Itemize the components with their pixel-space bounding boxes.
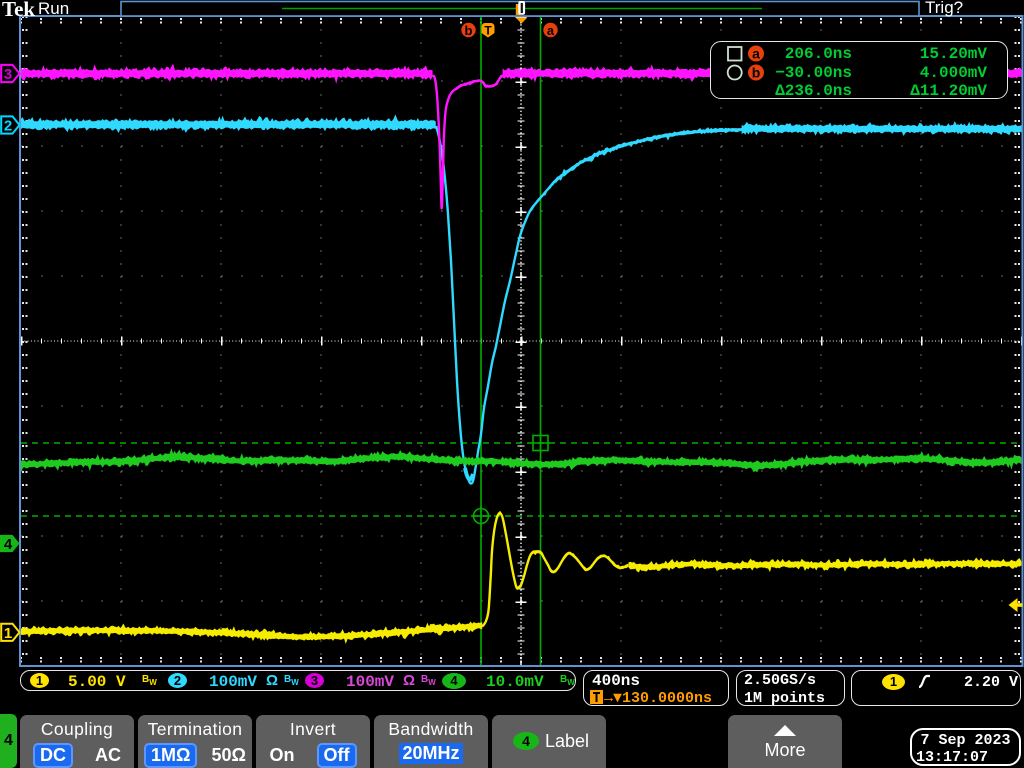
svg-text:a: a — [752, 46, 760, 62]
svg-text:b: b — [465, 23, 473, 38]
svg-text:2: 2 — [4, 118, 12, 135]
svg-text:T: T — [484, 24, 492, 38]
svg-text:a: a — [547, 23, 555, 38]
svg-text:b: b — [752, 65, 761, 81]
svg-text:4: 4 — [4, 536, 13, 553]
svg-text:1: 1 — [4, 625, 12, 642]
svg-text:3: 3 — [4, 66, 12, 83]
